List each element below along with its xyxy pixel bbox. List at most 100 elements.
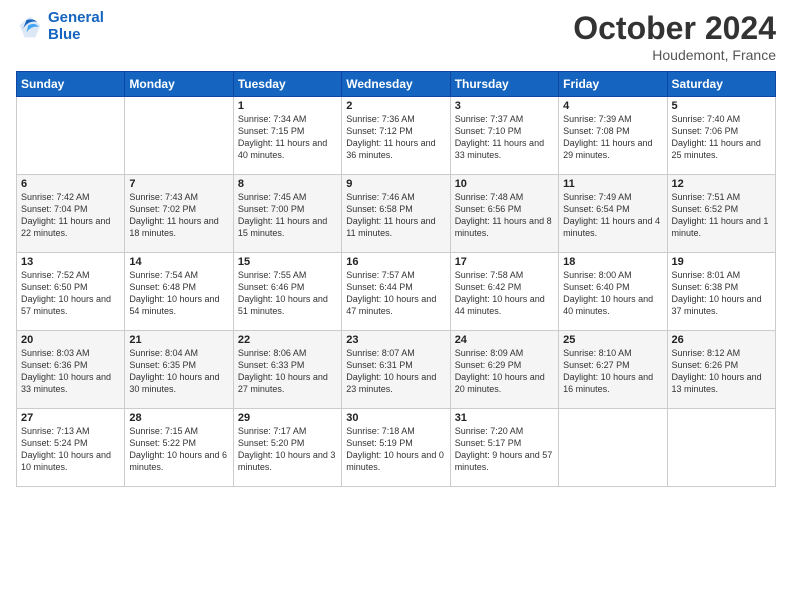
- day-info: Sunrise: 8:10 AM Sunset: 6:27 PM Dayligh…: [563, 347, 662, 396]
- day-number: 10: [455, 178, 554, 190]
- weekday-header-monday: Monday: [125, 72, 233, 97]
- calendar-cell: 24Sunrise: 8:09 AM Sunset: 6:29 PM Dayli…: [450, 331, 558, 409]
- day-number: 17: [455, 256, 554, 268]
- day-number: 1: [238, 100, 337, 112]
- day-info: Sunrise: 7:43 AM Sunset: 7:02 PM Dayligh…: [129, 191, 228, 240]
- title-block: October 2024 Houdemont, France: [573, 10, 776, 63]
- day-info: Sunrise: 8:09 AM Sunset: 6:29 PM Dayligh…: [455, 347, 554, 396]
- calendar-cell: 9Sunrise: 7:46 AM Sunset: 6:58 PM Daylig…: [342, 175, 450, 253]
- day-info: Sunrise: 7:55 AM Sunset: 6:46 PM Dayligh…: [238, 269, 337, 318]
- calendar-cell: 29Sunrise: 7:17 AM Sunset: 5:20 PM Dayli…: [233, 409, 341, 487]
- day-number: 19: [672, 256, 771, 268]
- day-number: 15: [238, 256, 337, 268]
- day-info: Sunrise: 8:00 AM Sunset: 6:40 PM Dayligh…: [563, 269, 662, 318]
- calendar-cell: [17, 97, 125, 175]
- day-number: 16: [346, 256, 445, 268]
- day-number: 21: [129, 334, 228, 346]
- day-number: 5: [672, 100, 771, 112]
- day-info: Sunrise: 8:06 AM Sunset: 6:33 PM Dayligh…: [238, 347, 337, 396]
- day-info: Sunrise: 7:18 AM Sunset: 5:19 PM Dayligh…: [346, 425, 445, 474]
- weekday-header-friday: Friday: [559, 72, 667, 97]
- day-info: Sunrise: 8:07 AM Sunset: 6:31 PM Dayligh…: [346, 347, 445, 396]
- calendar-cell: 13Sunrise: 7:52 AM Sunset: 6:50 PM Dayli…: [17, 253, 125, 331]
- day-info: Sunrise: 7:34 AM Sunset: 7:15 PM Dayligh…: [238, 113, 337, 162]
- day-info: Sunrise: 7:54 AM Sunset: 6:48 PM Dayligh…: [129, 269, 228, 318]
- weekday-header-sunday: Sunday: [17, 72, 125, 97]
- calendar-cell: 16Sunrise: 7:57 AM Sunset: 6:44 PM Dayli…: [342, 253, 450, 331]
- day-number: 30: [346, 412, 445, 424]
- calendar-week-2: 6Sunrise: 7:42 AM Sunset: 7:04 PM Daylig…: [17, 175, 776, 253]
- calendar-cell: 30Sunrise: 7:18 AM Sunset: 5:19 PM Dayli…: [342, 409, 450, 487]
- day-info: Sunrise: 7:37 AM Sunset: 7:10 PM Dayligh…: [455, 113, 554, 162]
- day-info: Sunrise: 8:04 AM Sunset: 6:35 PM Dayligh…: [129, 347, 228, 396]
- day-number: 22: [238, 334, 337, 346]
- day-info: Sunrise: 7:17 AM Sunset: 5:20 PM Dayligh…: [238, 425, 337, 474]
- day-info: Sunrise: 7:20 AM Sunset: 5:17 PM Dayligh…: [455, 425, 554, 474]
- calendar-cell: 2Sunrise: 7:36 AM Sunset: 7:12 PM Daylig…: [342, 97, 450, 175]
- weekday-header-tuesday: Tuesday: [233, 72, 341, 97]
- day-number: 23: [346, 334, 445, 346]
- calendar-cell: 7Sunrise: 7:43 AM Sunset: 7:02 PM Daylig…: [125, 175, 233, 253]
- calendar-cell: 21Sunrise: 8:04 AM Sunset: 6:35 PM Dayli…: [125, 331, 233, 409]
- weekday-header-thursday: Thursday: [450, 72, 558, 97]
- day-number: 3: [455, 100, 554, 112]
- month-title: October 2024: [573, 10, 776, 47]
- calendar-cell: 15Sunrise: 7:55 AM Sunset: 6:46 PM Dayli…: [233, 253, 341, 331]
- calendar-week-3: 13Sunrise: 7:52 AM Sunset: 6:50 PM Dayli…: [17, 253, 776, 331]
- weekday-header-wednesday: Wednesday: [342, 72, 450, 97]
- day-number: 14: [129, 256, 228, 268]
- calendar-cell: 10Sunrise: 7:48 AM Sunset: 6:56 PM Dayli…: [450, 175, 558, 253]
- weekday-header-row: SundayMondayTuesdayWednesdayThursdayFrid…: [17, 72, 776, 97]
- day-number: 25: [563, 334, 662, 346]
- day-info: Sunrise: 7:46 AM Sunset: 6:58 PM Dayligh…: [346, 191, 445, 240]
- calendar-cell: 23Sunrise: 8:07 AM Sunset: 6:31 PM Dayli…: [342, 331, 450, 409]
- calendar-cell: 1Sunrise: 7:34 AM Sunset: 7:15 PM Daylig…: [233, 97, 341, 175]
- calendar-cell: 22Sunrise: 8:06 AM Sunset: 6:33 PM Dayli…: [233, 331, 341, 409]
- calendar-cell: 12Sunrise: 7:51 AM Sunset: 6:52 PM Dayli…: [667, 175, 775, 253]
- day-info: Sunrise: 7:36 AM Sunset: 7:12 PM Dayligh…: [346, 113, 445, 162]
- calendar-cell: 11Sunrise: 7:49 AM Sunset: 6:54 PM Dayli…: [559, 175, 667, 253]
- day-number: 18: [563, 256, 662, 268]
- calendar-week-5: 27Sunrise: 7:13 AM Sunset: 5:24 PM Dayli…: [17, 409, 776, 487]
- day-info: Sunrise: 7:45 AM Sunset: 7:00 PM Dayligh…: [238, 191, 337, 240]
- day-info: Sunrise: 7:57 AM Sunset: 6:44 PM Dayligh…: [346, 269, 445, 318]
- day-info: Sunrise: 8:12 AM Sunset: 6:26 PM Dayligh…: [672, 347, 771, 396]
- calendar-cell: 6Sunrise: 7:42 AM Sunset: 7:04 PM Daylig…: [17, 175, 125, 253]
- day-info: Sunrise: 7:40 AM Sunset: 7:06 PM Dayligh…: [672, 113, 771, 162]
- day-number: 9: [346, 178, 445, 190]
- day-info: Sunrise: 7:15 AM Sunset: 5:22 PM Dayligh…: [129, 425, 228, 474]
- day-number: 20: [21, 334, 120, 346]
- calendar-cell: 4Sunrise: 7:39 AM Sunset: 7:08 PM Daylig…: [559, 97, 667, 175]
- day-info: Sunrise: 7:48 AM Sunset: 6:56 PM Dayligh…: [455, 191, 554, 240]
- day-number: 24: [455, 334, 554, 346]
- day-info: Sunrise: 7:13 AM Sunset: 5:24 PM Dayligh…: [21, 425, 120, 474]
- calendar-week-1: 1Sunrise: 7:34 AM Sunset: 7:15 PM Daylig…: [17, 97, 776, 175]
- calendar-cell: [125, 97, 233, 175]
- calendar-cell: 18Sunrise: 8:00 AM Sunset: 6:40 PM Dayli…: [559, 253, 667, 331]
- day-info: Sunrise: 8:03 AM Sunset: 6:36 PM Dayligh…: [21, 347, 120, 396]
- day-info: Sunrise: 7:49 AM Sunset: 6:54 PM Dayligh…: [563, 191, 662, 240]
- calendar-cell: 20Sunrise: 8:03 AM Sunset: 6:36 PM Dayli…: [17, 331, 125, 409]
- calendar-cell: [559, 409, 667, 487]
- day-number: 8: [238, 178, 337, 190]
- day-number: 2: [346, 100, 445, 112]
- day-number: 11: [563, 178, 662, 190]
- logo: General Blue: [16, 10, 104, 43]
- header: General Blue October 2024 Houdemont, Fra…: [16, 10, 776, 63]
- day-info: Sunrise: 7:42 AM Sunset: 7:04 PM Dayligh…: [21, 191, 120, 240]
- calendar-cell: 26Sunrise: 8:12 AM Sunset: 6:26 PM Dayli…: [667, 331, 775, 409]
- weekday-header-saturday: Saturday: [667, 72, 775, 97]
- calendar-cell: 25Sunrise: 8:10 AM Sunset: 6:27 PM Dayli…: [559, 331, 667, 409]
- day-number: 27: [21, 412, 120, 424]
- day-number: 28: [129, 412, 228, 424]
- location: Houdemont, France: [573, 47, 776, 63]
- day-number: 26: [672, 334, 771, 346]
- day-number: 4: [563, 100, 662, 112]
- day-number: 6: [21, 178, 120, 190]
- calendar-cell: 8Sunrise: 7:45 AM Sunset: 7:00 PM Daylig…: [233, 175, 341, 253]
- calendar-cell: 19Sunrise: 8:01 AM Sunset: 6:38 PM Dayli…: [667, 253, 775, 331]
- calendar-cell: 31Sunrise: 7:20 AM Sunset: 5:17 PM Dayli…: [450, 409, 558, 487]
- day-number: 13: [21, 256, 120, 268]
- calendar-cell: 5Sunrise: 7:40 AM Sunset: 7:06 PM Daylig…: [667, 97, 775, 175]
- logo-text: General Blue: [48, 10, 104, 43]
